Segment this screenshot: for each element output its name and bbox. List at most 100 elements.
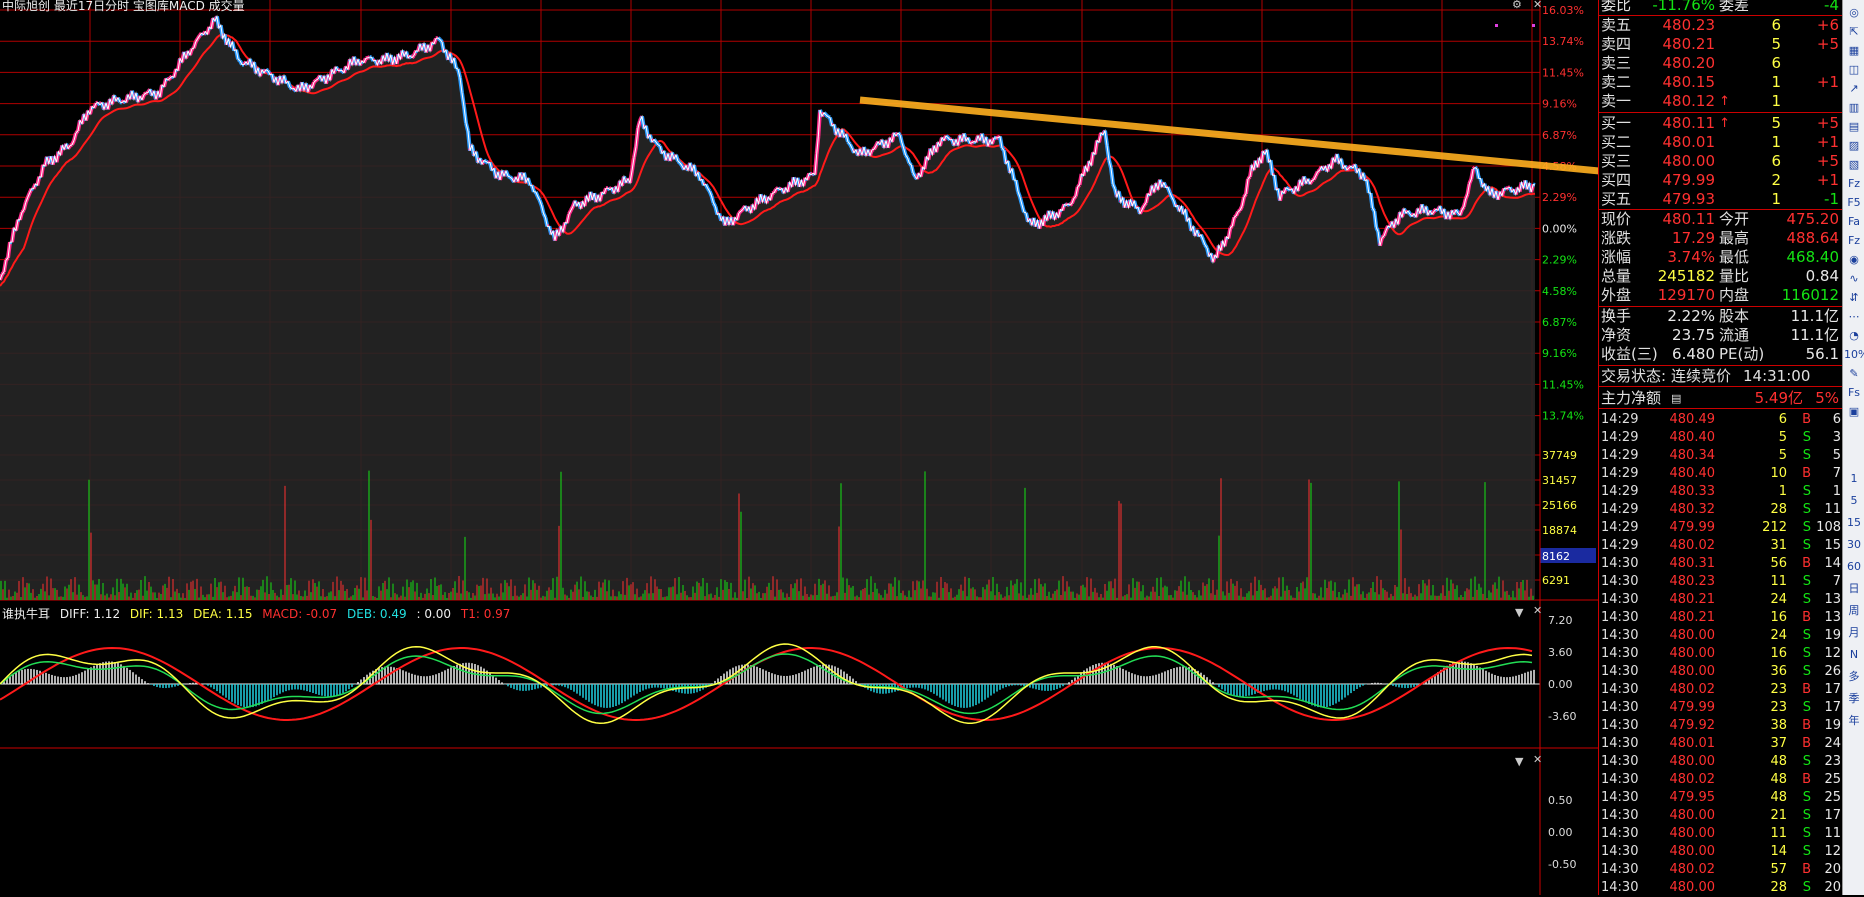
macd-macd: MACD: -0.07 <box>262 607 337 621</box>
toolbar-icon[interactable]: Fa <box>1844 213 1864 231</box>
period-button[interactable]: 周 <box>1844 602 1864 620</box>
toolbar-icon[interactable]: ▥ <box>1844 99 1864 117</box>
tick-volume: 56 <box>1770 554 1787 573</box>
weicha-value: -4 <box>1824 0 1839 15</box>
tick-price: 480.49 <box>1670 410 1716 429</box>
volume-axis-label: 37749 <box>1542 449 1577 462</box>
toolbar-icon[interactable]: ⇱ <box>1844 23 1864 41</box>
bid-volume: 5 <box>1771 114 1781 133</box>
tick-count: 25 <box>1824 770 1841 789</box>
period-button[interactable]: 5 <box>1844 492 1864 510</box>
bid-price: 480.00 <box>1663 152 1716 171</box>
toolbar-icon[interactable]: ▣ <box>1844 403 1864 421</box>
tick-price: 480.00 <box>1670 644 1716 663</box>
period-toolbar: ◎⇱▦◫↗▥▤▨▧FzF5FaFz◉∿⇵⋯◔10%✎Fs▣15153060日周月… <box>1842 0 1864 895</box>
tick-side: B <box>1802 680 1811 699</box>
volume-current-label: 8162 <box>1542 550 1570 563</box>
toolbar-icon[interactable]: 10% <box>1844 346 1864 364</box>
toolbar-icon[interactable]: ◉ <box>1844 251 1864 269</box>
toolbar-icon[interactable]: ▤ <box>1844 118 1864 136</box>
toolbar-icon[interactable]: ⋯ <box>1844 308 1864 326</box>
chart-canvas[interactable]: 16.03%13.74%11.45%9.16%6.87%4.58%2.29%0.… <box>0 0 1598 895</box>
toolbar-icon[interactable]: ⇵ <box>1844 289 1864 307</box>
weibi-row: 委比-11.76%委差-4 <box>1599 0 1843 15</box>
macd-name: 谁执牛耳 <box>2 607 50 621</box>
macd-dropdown-icon[interactable]: ▼ <box>1515 606 1523 619</box>
period-button[interactable]: 60 <box>1844 558 1864 576</box>
tick-side: B <box>1802 716 1811 735</box>
toolbar-icon[interactable]: ◎ <box>1844 4 1864 22</box>
tick-row: 14:30480.0011S11 <box>1599 824 1843 843</box>
period-button[interactable]: N <box>1844 646 1864 664</box>
period-button[interactable]: 15 <box>1844 514 1864 532</box>
toolbar-icon[interactable]: ▦ <box>1844 42 1864 60</box>
quote-label: 量比 <box>1719 267 1749 286</box>
quote-label: 外盘 <box>1601 286 1631 305</box>
bid-row: 买三480.006+5 <box>1599 152 1843 171</box>
tick-row: 14:30480.2311S7 <box>1599 572 1843 591</box>
tick-count: 23 <box>1824 752 1841 771</box>
toolbar-icon[interactable]: ▧ <box>1844 156 1864 174</box>
price-axis-label: 11.45% <box>1542 66 1584 79</box>
chart-area[interactable]: 16.03%13.74%11.45%9.16%6.87%4.58%2.29%0.… <box>0 0 1598 895</box>
toolbar-icon[interactable]: Fz <box>1844 175 1864 193</box>
main-flow-icon[interactable]: ▤ <box>1671 389 1681 408</box>
tick-volume: 14 <box>1770 842 1787 861</box>
tick-volume: 36 <box>1770 662 1787 681</box>
period-button[interactable]: 季 <box>1844 690 1864 708</box>
tick-side: S <box>1803 572 1811 591</box>
trade-status-row: 交易状态:连续竞价14:31:00 <box>1599 367 1843 386</box>
panel-separator <box>1599 112 1843 113</box>
toolbar-icon[interactable]: ∿ <box>1844 270 1864 288</box>
macd-close-icon[interactable]: ✕ <box>1533 604 1542 617</box>
ask-label: 卖五 <box>1601 16 1631 35</box>
tick-price: 480.01 <box>1670 734 1716 753</box>
toolbar-icon[interactable]: Fs <box>1844 384 1864 402</box>
tick-price: 480.34 <box>1670 446 1716 465</box>
toolbar-icon[interactable]: Fz <box>1844 232 1864 250</box>
toolbar-icon[interactable]: ↗ <box>1844 80 1864 98</box>
tick-side: S <box>1803 536 1811 555</box>
lower-axis-label: -0.50 <box>1548 858 1576 871</box>
tick-row: 14:29480.405S3 <box>1599 428 1843 447</box>
ask-row: 卖四480.215+5 <box>1599 35 1843 54</box>
period-button[interactable]: 月 <box>1844 624 1864 642</box>
ask-label: 卖四 <box>1601 35 1631 54</box>
tick-volume: 23 <box>1770 698 1787 717</box>
lower-dropdown-icon[interactable]: ▼ <box>1515 755 1523 768</box>
tick-time: 14:29 <box>1601 464 1638 483</box>
toolbar-icon[interactable]: ✎ <box>1844 365 1864 383</box>
ask-price: 480.21 <box>1663 35 1716 54</box>
toolbar-icon[interactable]: ▨ <box>1844 137 1864 155</box>
ask-row: 卖二480.151+1 <box>1599 73 1843 92</box>
tick-time: 14:29 <box>1601 500 1638 519</box>
main-settings-icon[interactable]: ⚙ <box>1512 0 1522 11</box>
panel-separator <box>1599 408 1843 409</box>
tick-side: B <box>1802 860 1811 879</box>
tick-price: 480.00 <box>1670 878 1716 897</box>
ask-price: 480.12 <box>1663 92 1716 111</box>
tick-volume: 5 <box>1779 428 1787 447</box>
bid-change: +5 <box>1817 114 1839 133</box>
period-button[interactable]: 1 <box>1844 470 1864 488</box>
tick-volume: 48 <box>1770 770 1787 789</box>
lower-close-icon[interactable]: ✕ <box>1533 753 1542 766</box>
toolbar-icon[interactable]: ◔ <box>1844 327 1864 345</box>
tick-price: 480.02 <box>1670 770 1716 789</box>
period-button[interactable]: 多 <box>1844 668 1864 686</box>
main-close-icon[interactable]: ✕ <box>1533 0 1542 11</box>
tick-time: 14:30 <box>1601 680 1638 699</box>
tick-row: 14:30480.0028S20 <box>1599 878 1843 897</box>
toolbar-icon[interactable]: F5 <box>1844 194 1864 212</box>
quote-label: 最低 <box>1719 248 1749 267</box>
tick-count: 6 <box>1833 410 1841 429</box>
toolbar-icon[interactable]: ◫ <box>1844 61 1864 79</box>
price-axis-label: 9.16% <box>1542 347 1577 360</box>
period-button[interactable]: 年 <box>1844 712 1864 730</box>
period-button[interactable]: 30 <box>1844 536 1864 554</box>
bid-label: 买一 <box>1601 114 1631 133</box>
tick-price: 479.95 <box>1670 788 1716 807</box>
period-button[interactable]: 日 <box>1844 580 1864 598</box>
macd-indicator-title[interactable]: 谁执牛耳 DIFF: 1.12 DIF: 1.13 DEA: 1.15 MACD… <box>2 605 516 622</box>
tick-row: 14:30480.0248B25 <box>1599 770 1843 789</box>
